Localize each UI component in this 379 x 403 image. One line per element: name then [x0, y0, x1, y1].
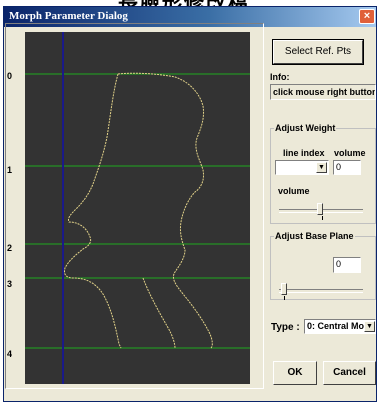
ok-button[interactable]: OK — [273, 361, 317, 385]
close-button[interactable]: × — [359, 9, 375, 24]
info-label: Info: — [270, 72, 290, 82]
select-ref-points-button[interactable]: Select Ref. Pts — [272, 39, 364, 65]
info-text: click mouse right button t — [270, 84, 376, 100]
chevron-down-icon[interactable]: ▼ — [316, 162, 327, 173]
type-label: Type : — [271, 322, 300, 333]
base-plane-slider-thumb[interactable] — [281, 283, 287, 295]
base-plane-slider-tick — [284, 296, 285, 300]
base-plane-slider-track[interactable] — [279, 289, 363, 293]
volume-header-label: volume — [334, 148, 366, 158]
volume-slider-label: volume — [278, 186, 310, 196]
cancel-button[interactable]: Cancel — [323, 361, 376, 385]
volume-field[interactable]: 0 — [333, 160, 361, 175]
window-title: Morph Parameter Dialog — [9, 10, 128, 22]
adjust-weight-legend: Adjust Weight — [274, 123, 337, 133]
line-index-label: line index — [283, 148, 325, 158]
chevron-down-icon[interactable]: ▼ — [364, 321, 375, 332]
profile-drawing — [25, 32, 250, 384]
volume-slider-thumb[interactable] — [317, 203, 323, 215]
row-label-2: 2 — [7, 243, 13, 253]
face-profile-curve — [64, 73, 122, 349]
base-plane-field[interactable]: 0 — [333, 257, 361, 273]
morph-canvas[interactable] — [25, 32, 250, 384]
row-label-3: 3 — [7, 279, 13, 289]
row-label-1: 1 — [7, 165, 13, 175]
adjust-base-plane-legend: Adjust Base Plane — [274, 231, 355, 241]
volume-slider-tick — [322, 216, 323, 220]
neck-profile-curve — [142, 277, 176, 349]
row-label-4: 4 — [7, 349, 13, 359]
back-profile-curve — [117, 72, 213, 349]
row-label-0: 0 — [7, 71, 13, 81]
